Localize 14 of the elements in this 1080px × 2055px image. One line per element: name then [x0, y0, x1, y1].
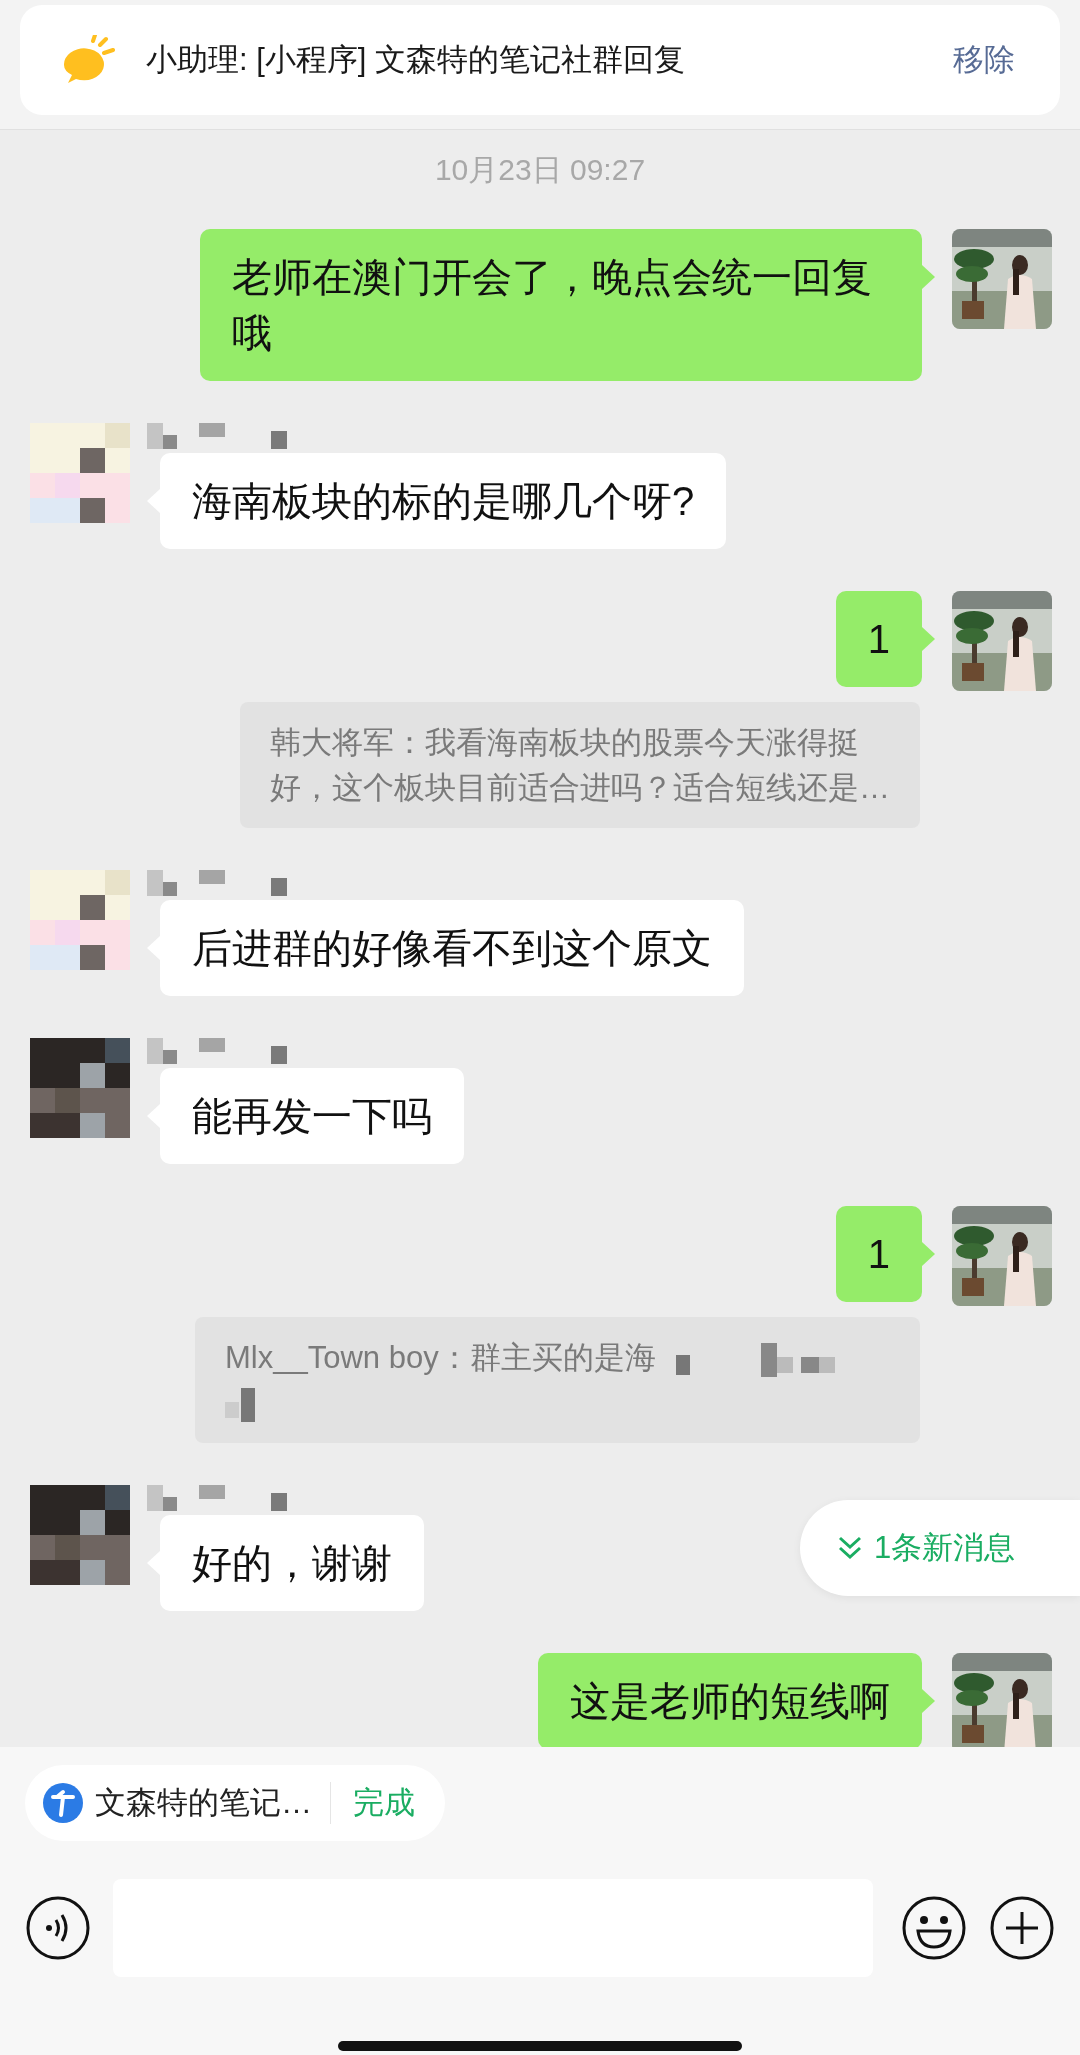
banner-text: 小助理: [小程序] 文森特的笔记社群回复: [146, 41, 687, 79]
mini-program-title: 文森特的笔记…: [95, 1782, 331, 1824]
banner-card[interactable]: 小助理: [小程序] 文森特的笔记社群回复 移除: [20, 5, 1060, 115]
plus-icon[interactable]: [989, 1895, 1055, 1961]
remove-button[interactable]: 移除: [953, 39, 1015, 81]
voice-icon[interactable]: [25, 1895, 91, 1961]
quote-text: Mlx__Town boy：群主买的是海: [225, 1340, 656, 1375]
mosaic-drawing: [225, 1387, 255, 1422]
mini-program-icon: [43, 1783, 83, 1823]
timestamp: 10月23日 09:27: [434, 152, 646, 188]
double-chevron-icon: [836, 1534, 864, 1562]
emoji-icon[interactable]: [901, 1895, 967, 1961]
mini-program-chip[interactable]: 文森特的笔记… 完成: [25, 1765, 445, 1841]
quote-text: 韩大将军：我看海南板块的股票今天涨得挺好，这个板块目前适合进吗？适合短线还是…: [270, 725, 890, 805]
